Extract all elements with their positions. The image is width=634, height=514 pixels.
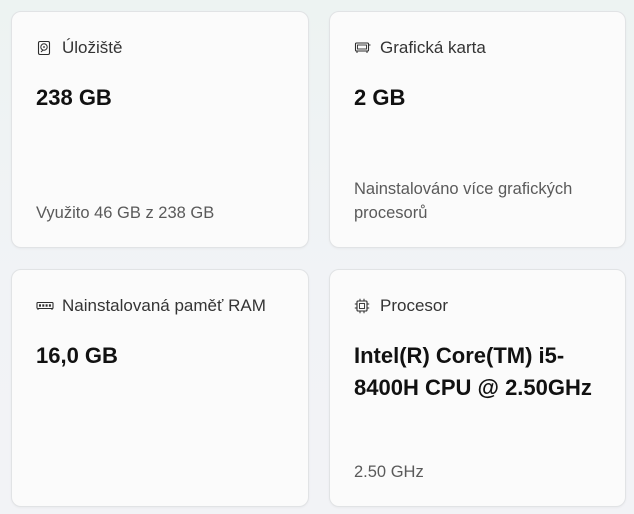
gpu-card-header: Grafická karta [354,38,486,58]
cpu-value: Intel(R) Core(TM) i5-8400H CPU @ 2.50GHz [354,343,592,400]
storage-card-header: Úložiště [36,38,122,58]
graphics-card-icon [354,40,371,56]
gpu-value: 2 GB [354,85,406,110]
cpu-title: Procesor [380,296,449,315]
memory-icon [36,298,54,314]
cpu-clock-speed: 2.50 GHz [354,463,424,481]
processor-card: Procesor Intel(R) Core(TM) i5-8400H CPU … [329,269,626,507]
storage-usage-text: Využito 46 GB z 238 GB [36,204,215,222]
gpu-subtext: Nainstalováno více grafických procesorů [354,180,573,222]
ram-card: Nainstalovaná paměť RAM 16,0 GB [11,269,309,507]
ram-card-header: Nainstalovaná paměť RAM [36,296,266,316]
storage-value: 238 GB [36,85,112,110]
graphics-card-card: Grafická karta 2 GB Nainstalováno více g… [329,11,626,248]
processor-icon [354,298,370,314]
storage-card: Úložiště 238 GB Využito 46 GB z 238 GB [11,11,309,248]
hard-drive-icon [36,40,52,56]
gpu-title: Grafická karta [380,38,486,57]
ram-value: 16,0 GB [36,343,118,368]
storage-title: Úložiště [62,38,123,57]
ram-title: Nainstalovaná paměť RAM [62,296,266,315]
cpu-card-header: Procesor [354,296,448,316]
